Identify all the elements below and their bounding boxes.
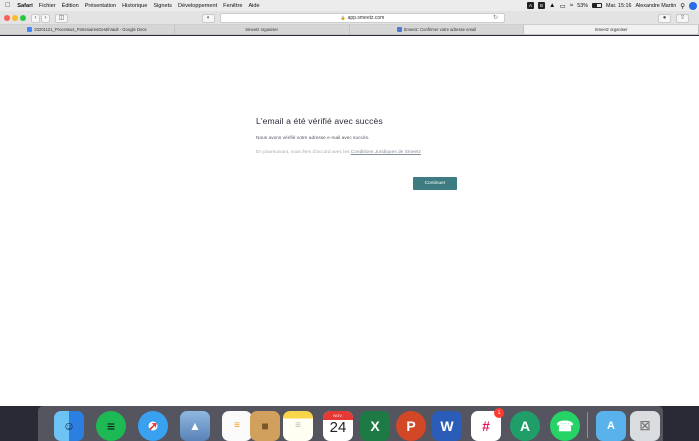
tab-smeetz-organiser-active[interactable]: Smeetz organiser <box>524 25 699 34</box>
menu-fichier[interactable]: Fichier <box>39 3 56 9</box>
minimize-window-button[interactable] <box>12 15 18 21</box>
menu-signets[interactable]: Signets <box>153 3 172 9</box>
success-message: Nous avons vérifié votre adresse e-mail … <box>256 136 370 141</box>
excel-icon[interactable]: X <box>360 411 390 441</box>
status-app-icon[interactable]: ▲ <box>549 2 555 9</box>
finder-icon[interactable]: ☺ <box>54 411 84 441</box>
app-store-icon[interactable]: A <box>510 411 540 441</box>
battery-percent: 53% <box>577 2 588 9</box>
tab-label: Smeetz organiser <box>245 27 279 32</box>
page-title: L'email a été vérifié avec succès <box>256 116 383 126</box>
wifi-icon[interactable]: ≈ <box>570 2 574 9</box>
user-name[interactable]: Alexandre Martin <box>635 3 676 9</box>
preview-icon[interactable]: ▲ <box>180 411 210 441</box>
terms-link[interactable]: Conditions Juridiques de Smeetz <box>351 150 421 155</box>
menu-presentation[interactable]: Présentation <box>85 3 116 9</box>
tab-label: Smeetz organiser <box>594 27 628 32</box>
terms-notice: En poursuivant, vous êtes d'accord avec … <box>256 150 466 156</box>
apple-menu-icon[interactable]:  <box>5 2 10 9</box>
status-app-icon[interactable]: A <box>527 2 535 9</box>
close-window-button[interactable] <box>4 15 10 21</box>
address-bar[interactable]: 🔒 app.smeetz.com ↻ <box>220 13 505 23</box>
calendar-day: 24 <box>329 419 347 436</box>
menubar:  Safari Fichier Édition Présentation Hi… <box>0 0 699 11</box>
clock[interactable]: Mar. 15:16 <box>606 3 631 9</box>
browser-toolbar: ‹ › ◫ ◐ 🔒 app.smeetz.com ↻ ● ⇧ <box>0 11 699 25</box>
mail-favicon-icon <box>396 27 402 32</box>
tab-smeetz-organiser[interactable]: Smeetz organiser <box>175 25 350 34</box>
tab-label: Smeetz: Confirmer votre adresse email <box>403 27 477 32</box>
menu-edition[interactable]: Édition <box>62 3 79 9</box>
notes-icon[interactable]: ≡ <box>283 411 313 441</box>
contacts-icon[interactable]: ■ <box>250 411 280 441</box>
sidebar-toggle-icon[interactable]: ◫ <box>55 13 68 23</box>
reload-icon[interactable]: ↻ <box>493 14 498 22</box>
downloads-folder-icon[interactable]: A <box>596 411 626 441</box>
slack-badge: 1 <box>494 408 504 418</box>
share-icon[interactable]: ⇧ <box>676 13 689 23</box>
app-menu[interactable]: Safari <box>17 3 33 9</box>
verification-card: L'email a été vérifié avec succès Nous a… <box>256 116 466 190</box>
forward-button[interactable]: › <box>41 13 50 23</box>
back-button[interactable]: ‹ <box>31 13 40 23</box>
spotlight-search-icon[interactable]: ⚲ <box>680 2 685 10</box>
tab-smeetz-confirm[interactable]: Smeetz: Confirmer votre adresse email <box>350 25 525 34</box>
siri-icon[interactable] <box>689 1 697 10</box>
reminders-icon[interactable]: ≡ <box>222 411 252 441</box>
continue-button[interactable]: Continuer <box>413 177 457 190</box>
status-app-icon[interactable]: B <box>538 2 546 9</box>
tab-google-docs[interactable]: 20201121_Processus_PartenairesGestriVaul… <box>0 25 175 34</box>
calendar-icon[interactable]: NOV. 24 <box>323 411 353 441</box>
menu-historique[interactable]: Historique <box>122 3 147 9</box>
screen-mirror-icon[interactable]: ▭ <box>559 2 565 10</box>
address-text: app.smeetz.com <box>347 15 385 21</box>
menu-aide[interactable]: Aide <box>248 3 259 9</box>
status-area: A B ▲ ▭ ≈ 53% Mar. 15:16 Alexandre Marti… <box>527 0 697 11</box>
lock-icon: 🔒 <box>340 15 346 20</box>
extension-icon[interactable]: ● <box>658 13 671 23</box>
spotify-icon[interactable]: ≡ <box>96 411 126 441</box>
google-docs-favicon-icon <box>27 27 33 32</box>
menu-developpement[interactable]: Développement <box>178 3 217 9</box>
slack-icon[interactable]: # 1 <box>471 408 504 441</box>
powerpoint-icon[interactable]: P <box>396 411 426 441</box>
tab-bar: 20201121_Processus_PartenairesGestriVaul… <box>0 25 699 35</box>
safari-icon[interactable]: ➚ <box>138 411 168 441</box>
whatsapp-icon[interactable]: ☎ <box>550 411 580 441</box>
privacy-report-icon[interactable]: ◐ <box>202 13 215 23</box>
word-icon[interactable]: W <box>432 411 462 441</box>
dock: ☺ ≡ ➚ ▲ ≡ ■ ≡ NOV. 24 X P W # 1 A ☎ A ☒ <box>38 406 663 441</box>
trash-icon[interactable]: ☒ <box>630 411 660 441</box>
zoom-window-button[interactable] <box>20 15 26 21</box>
battery-icon[interactable] <box>592 3 602 8</box>
menu-fenetre[interactable]: Fenêtre <box>223 3 242 9</box>
terms-prefix: En poursuivant, vous êtes d'accord avec … <box>256 150 351 155</box>
tab-label: 20201121_Processus_PartenairesGestriVaul… <box>34 27 147 32</box>
dock-separator <box>587 412 588 438</box>
web-page: L'email a été vérifié avec succès Nous a… <box>0 36 699 406</box>
